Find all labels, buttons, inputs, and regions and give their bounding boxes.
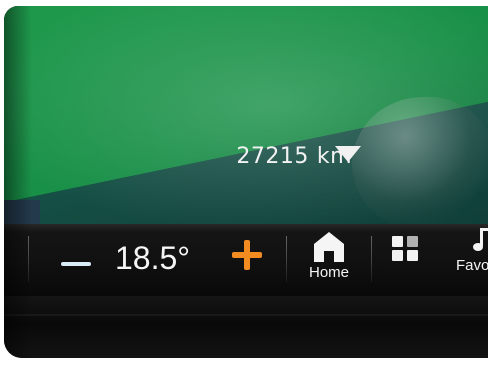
home-label: Home xyxy=(308,264,349,281)
temperature-increase-button[interactable] xyxy=(228,236,266,274)
divider-before-apps xyxy=(371,236,372,282)
apps-button[interactable] xyxy=(384,228,432,274)
plus-icon xyxy=(232,240,262,270)
divider-before-home xyxy=(286,236,287,282)
home-icon xyxy=(314,232,344,262)
apps-icon xyxy=(392,236,418,261)
temperature-value: 18.5° xyxy=(115,240,191,276)
distance-value: 27215 xyxy=(236,144,309,169)
temperature-decrease-button[interactable] xyxy=(48,248,96,280)
infotainment-screen-bezel: 27215 km 18.5° Home Favo xyxy=(4,6,488,358)
climate-and-shortcuts-bar: 18.5° Home Favo xyxy=(4,224,488,296)
display-photo: 27215 km 18.5° Home Favo xyxy=(0,0,488,367)
left-edge-shadow xyxy=(4,6,32,358)
dropdown-arrow-icon[interactable] xyxy=(333,143,363,165)
bezel-highlight-line xyxy=(4,314,488,316)
home-button[interactable]: Home xyxy=(298,228,360,286)
favorites-button[interactable]: Favori xyxy=(448,224,488,284)
music-note-icon xyxy=(473,228,488,251)
favorites-label: Favori xyxy=(456,257,488,274)
lower-bezel xyxy=(4,296,488,358)
minus-icon xyxy=(61,262,91,266)
